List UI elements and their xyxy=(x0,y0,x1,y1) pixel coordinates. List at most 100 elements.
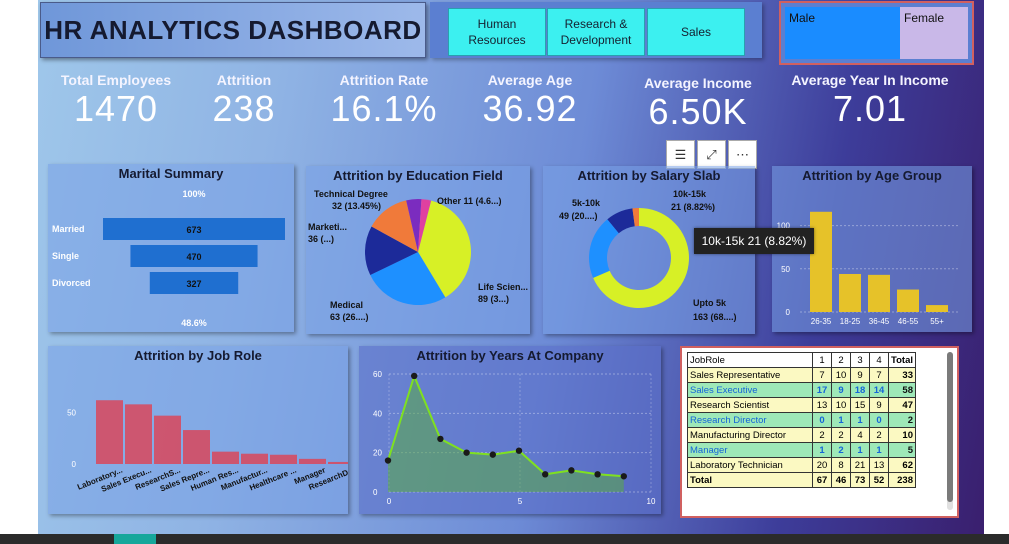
cell-value: 18 xyxy=(850,382,870,398)
donut-value-label: 49 (20....) xyxy=(559,211,598,221)
cell-value: 13 xyxy=(812,397,832,413)
job-role-bar-chart: 050Laboratory...Sales Execu...ResearchS.… xyxy=(67,400,348,494)
y-tick-label: 60 xyxy=(373,370,382,379)
funnel-value-label: 470 xyxy=(186,252,201,262)
scrollbar-thumb[interactable] xyxy=(947,352,953,502)
table-row[interactable]: Laboratory Technician 20 8 21 13 62 xyxy=(687,457,916,473)
age-bar xyxy=(868,274,890,312)
cell-value: 10 xyxy=(831,367,851,383)
cell-value: 13 xyxy=(869,457,889,473)
dept-button-rd[interactable]: Research & Development xyxy=(547,8,645,56)
kpi-label: Total Employees xyxy=(60,72,172,88)
x-tick-label: 18-25 xyxy=(840,317,861,326)
dept-button-hr[interactable]: Human Resources xyxy=(448,8,546,56)
job-bar xyxy=(299,458,326,464)
funnel-category-label: Single xyxy=(52,251,79,261)
header-col-3[interactable]: 3 xyxy=(850,352,870,368)
header-col-4[interactable]: 4 xyxy=(869,352,889,368)
job-bar xyxy=(270,454,297,464)
department-slicer: Human Resources Research & Development S… xyxy=(430,2,762,58)
header-jobrole[interactable]: JobRole xyxy=(687,352,813,368)
cell-value: 17 xyxy=(812,382,832,398)
pie-label: Medical xyxy=(330,300,363,310)
kpi-label: Attrition xyxy=(216,72,272,88)
cell-value: 0 xyxy=(869,412,889,428)
education-pie-chart: Life Scien... 89 (3...) Medical 63 (26....)… xyxy=(308,189,528,322)
marital-funnel-chart: 100% 673 Married 470 Single 327 Divorced 48.6% xyxy=(52,189,285,328)
years-at-company-panel: Attrition by Years At Company 0 20 40 60 0 5 1… xyxy=(359,346,661,514)
cell-value: 2 xyxy=(869,427,889,443)
funnel-value-label: 673 xyxy=(186,225,201,235)
years-area-chart: 0 20 40 60 0 5 10 xyxy=(373,370,656,506)
data-point xyxy=(594,471,601,478)
cell-value: 1 xyxy=(869,442,889,458)
pie-value-label: 89 (3...) xyxy=(478,294,509,304)
x-tick-label: 0 xyxy=(387,497,392,506)
cell-jobrole: Research Director xyxy=(687,412,813,428)
cell-value: 10 xyxy=(831,397,851,413)
table-row[interactable]: Sales Executive 17 9 18 14 58 xyxy=(687,382,916,398)
pie-label: Technical Degree xyxy=(314,189,388,199)
pie-value-label: 63 (26....) xyxy=(330,312,369,322)
cell-value: 7 xyxy=(869,367,889,383)
filter-icon[interactable]: ☰ xyxy=(666,140,695,169)
table-row[interactable]: Manufacturing Director 2 2 4 2 10 xyxy=(687,427,916,443)
kpi-average-year: Average Year In Income 7.01 xyxy=(780,72,960,130)
job-bar xyxy=(125,404,152,464)
kpi-value: 1470 xyxy=(73,88,159,129)
more-options-icon[interactable]: ⋯ xyxy=(728,140,757,169)
cell-total: 47 xyxy=(888,397,916,413)
cell-total: 58 xyxy=(888,382,916,398)
cell-value: 14 xyxy=(869,382,889,398)
table-row[interactable]: Research Scientist 13 10 15 9 47 xyxy=(687,397,916,413)
cell-total-value: 73 xyxy=(850,472,870,488)
dept-button-sales[interactable]: Sales xyxy=(647,8,745,56)
funnel-category-label: Married xyxy=(52,224,85,234)
header-col-2[interactable]: 2 xyxy=(831,352,851,368)
kpi-label: Average Age xyxy=(487,72,573,88)
cell-value: 9 xyxy=(850,367,870,383)
focus-mode-icon[interactable]: ⤢ xyxy=(697,140,726,169)
cell-value: 21 xyxy=(850,457,870,473)
cell-grand-total: 238 xyxy=(888,472,916,488)
y-tick-label: 0 xyxy=(786,308,791,317)
job-role-panel: Attrition by Job Role 0 50 Laboratory... Sa… xyxy=(48,346,348,514)
cell-value: 9 xyxy=(869,397,889,413)
cell-value: 15 xyxy=(850,397,870,413)
pie-value-label: 32 (13.45%) xyxy=(332,201,381,211)
age-bar xyxy=(897,289,919,312)
pie-label: Marketi... xyxy=(308,222,347,232)
cell-value: 0 xyxy=(812,412,832,428)
table-row[interactable]: Sales Representative 7 10 9 7 33 xyxy=(687,367,916,383)
table-header-row: JobRole 1 2 3 4 Total xyxy=(687,352,916,368)
table-row[interactable]: Manager 1 2 1 1 5 xyxy=(687,442,916,458)
table-total-row: Total 67 46 73 52 238 xyxy=(687,472,916,488)
header-col-1[interactable]: 1 xyxy=(812,352,832,368)
cell-value: 2 xyxy=(831,427,851,443)
dashboard-title: HR ANALYTICS DASHBOARD xyxy=(40,2,426,58)
y-tick-label: 50 xyxy=(781,265,790,274)
job-bar xyxy=(154,415,181,464)
kpi-label: Average Income xyxy=(644,75,752,91)
right-margin xyxy=(984,0,1009,534)
age-bar xyxy=(839,273,861,312)
gender-male-button[interactable]: Male xyxy=(785,7,900,59)
cell-total: 62 xyxy=(888,457,916,473)
cell-value: 2 xyxy=(812,427,832,443)
matrix-table: JobRole 1 2 3 4 Total Sales Representati… xyxy=(687,352,916,488)
gender-female-button[interactable]: Female xyxy=(900,7,968,59)
table-scrollbar[interactable] xyxy=(947,352,953,510)
cell-jobrole: Laboratory Technician xyxy=(687,457,813,473)
donut-value-label: 163 (68....) xyxy=(693,312,737,322)
cell-jobrole: Research Scientist xyxy=(687,397,813,413)
y-tick-label: 40 xyxy=(373,409,382,418)
y-tick-label: 50 xyxy=(67,409,76,418)
bottom-tab[interactable] xyxy=(114,534,156,544)
kpi-value: 36.92 xyxy=(482,88,578,129)
cell-value: 1 xyxy=(812,442,832,458)
donut-label: Upto 5k xyxy=(693,298,727,308)
table-row[interactable]: Research Director 0 1 1 0 2 xyxy=(687,412,916,428)
kpi-value: 16.1% xyxy=(330,88,438,129)
funnel-category-label: Divorced xyxy=(52,278,91,288)
header-total[interactable]: Total xyxy=(888,352,916,368)
